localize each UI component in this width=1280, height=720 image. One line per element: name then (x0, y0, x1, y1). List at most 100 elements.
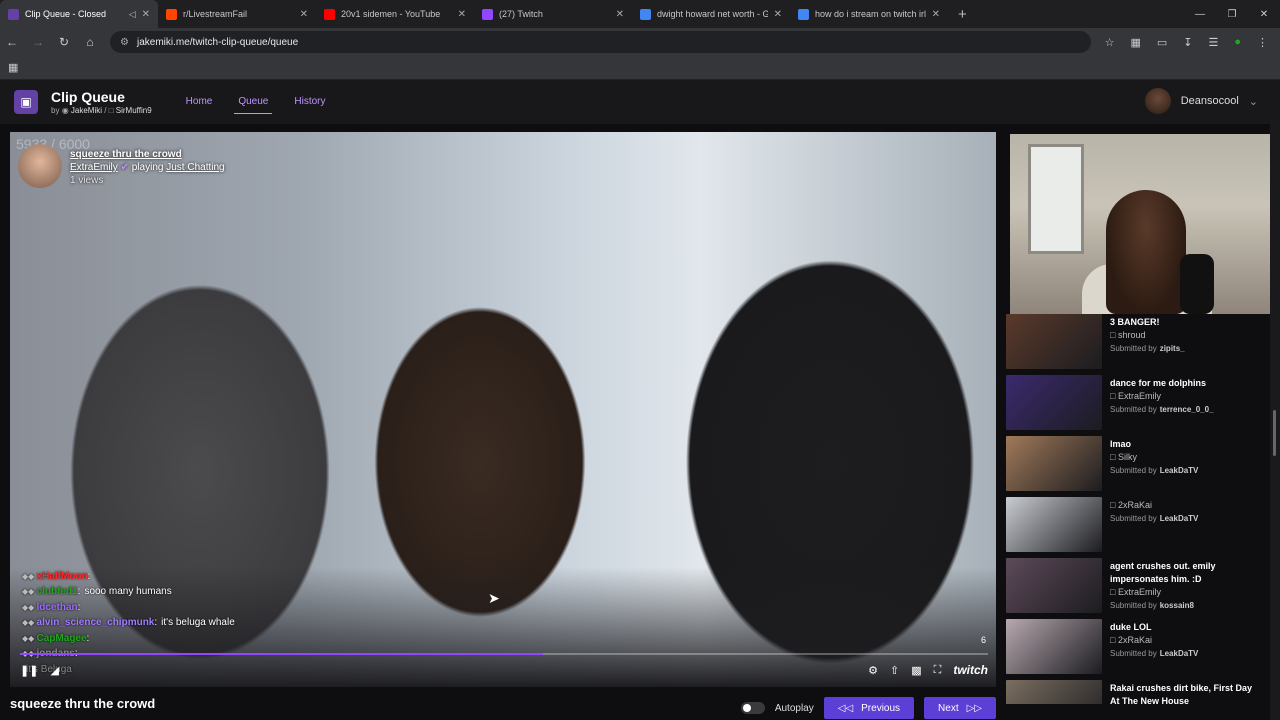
nav-queue[interactable]: Queue (234, 90, 273, 114)
chat-username[interactable]: xHalfMoon (37, 571, 88, 582)
browser-tab[interactable]: how do i stream on twitch irl - G ✕ (790, 0, 948, 28)
settings-gear-icon[interactable]: ⚙ (868, 664, 878, 677)
tab-close-icon[interactable]: ✕ (616, 9, 624, 20)
video-player[interactable]: 5933 / 6000 squeeze thru the crowd Extra… (10, 132, 996, 687)
bookmarks-bar: ▦ (0, 56, 1280, 80)
tv-logo-icon[interactable]: ▣ (14, 90, 38, 114)
volume-icon[interactable]: ◢ (50, 664, 58, 677)
queue-item-channel: □ shroud (1110, 329, 1185, 342)
queue-item[interactable]: Rakai crushes dirt bike, First Day At Th… (1006, 680, 1254, 704)
queue-item[interactable]: dance for me dolphins □ ExtraEmily Submitt… (1006, 375, 1254, 436)
home-icon[interactable]: ⌂ (84, 35, 96, 49)
previous-button[interactable]: ◁◁ Previous (823, 697, 915, 719)
clip-thumbnail[interactable] (1006, 619, 1102, 674)
clip-thumbnail[interactable] (1006, 680, 1102, 704)
download-icon[interactable]: ↧ (1183, 36, 1192, 49)
back-icon[interactable]: ← (6, 35, 18, 49)
submitter-name: LeakDaTV (1159, 649, 1199, 658)
tab-close-icon[interactable]: ✕ (300, 9, 308, 20)
chat-text: sooo many humans (84, 586, 172, 597)
profile-icon[interactable]: ● (1234, 36, 1241, 49)
queue-item-title: agent crushes out. emily impersonates hi… (1110, 561, 1216, 584)
minimize-button[interactable]: — (1184, 9, 1216, 20)
queue-list: 3 BANGER! □ shroud Submitted by zipits_ danc… (1006, 314, 1254, 704)
channel-icon: □ (1110, 452, 1118, 462)
autoplay-toggle[interactable] (740, 702, 765, 714)
webcam-overlay (1010, 134, 1280, 314)
chat-username[interactable]: clubfed1 (37, 586, 78, 597)
view-count: 1 views (70, 175, 104, 186)
queue-item-title: dance for me dolphins (1110, 378, 1207, 388)
twitch-brand[interactable]: twitch (953, 663, 988, 677)
queue-item[interactable]: duke LOL □ 2xRaKai Submitted by LeakDaTV (1006, 619, 1254, 680)
pause-icon[interactable]: ❚❚ (20, 664, 38, 677)
author-sirmuffin[interactable]: SirMuffin9 (116, 106, 152, 115)
clip-thumbnail[interactable] (1006, 558, 1102, 613)
media-icon[interactable]: ☰ (1208, 36, 1218, 49)
clip-thumbnail[interactable] (1006, 314, 1102, 369)
reload-icon[interactable]: ↻ (58, 35, 70, 49)
browser-tab[interactable]: Clip Queue - Closed ◁ ✕ (0, 0, 158, 28)
queue-item-channel: □ ExtraEmily (1110, 390, 1214, 403)
clip-thumbnail[interactable] (1006, 436, 1102, 491)
url-field[interactable]: ⚙ jakemiki.me/twitch-clip-queue/queue (110, 31, 1091, 53)
user-menu[interactable]: Deansocool ⌄ (1144, 88, 1258, 114)
share-icon[interactable]: ⇧ (890, 664, 899, 677)
browser-tab[interactable]: (27) Twitch ✕ (474, 0, 632, 28)
streamer-name[interactable]: ExtraEmily (70, 162, 118, 173)
tab-audio-icon[interactable]: ◁ (129, 9, 136, 20)
theatre-icon[interactable]: ▩ (911, 664, 921, 677)
bookmark-star-icon[interactable]: ☆ (1105, 36, 1115, 49)
streamer-avatar[interactable] (18, 144, 62, 188)
queue-item-submitter: Submitted by terrence_0_0_ (1110, 403, 1214, 416)
queue-item-submitter: Submitted by zipits_ (1110, 342, 1185, 355)
progress-fill (20, 653, 543, 655)
category-link[interactable]: Just Chatting (166, 162, 224, 173)
username: Deansocool (1180, 95, 1239, 107)
forward-icon[interactable]: → (32, 35, 44, 49)
queue-item[interactable]: 3 BANGER! □ shroud Submitted by zipits_ (1006, 314, 1254, 375)
chat-username[interactable]: alvin_science_chipmunk (37, 617, 155, 628)
next-button[interactable]: Next ▷▷ (924, 697, 996, 719)
submitted-label: Submitted by (1110, 405, 1157, 414)
queue-item[interactable]: agent crushes out. emily impersonates hi… (1006, 558, 1254, 619)
menu-kebab-icon[interactable]: ⋮ (1257, 36, 1268, 49)
submitted-label: Submitted by (1110, 344, 1157, 353)
chat-username[interactable]: CapMagee (37, 633, 87, 644)
browser-tab[interactable]: r/LivestreamFail ✕ (158, 0, 316, 28)
queue-item-title: lmao (1110, 439, 1132, 449)
tab-close-icon[interactable]: ✕ (142, 9, 150, 20)
url-text: jakemiki.me/twitch-clip-queue/queue (136, 36, 299, 48)
queue-item-info: lmao □ Silky Submitted by LeakDaTV (1110, 436, 1198, 497)
chat-badge-icon: ◆◆ (22, 571, 37, 581)
tab-close-icon[interactable]: ✕ (458, 9, 466, 20)
queue-item-streamer: 2xRaKai (1117, 500, 1152, 510)
chat-separator: : (77, 601, 81, 613)
fullscreen-icon[interactable]: ⛶ (934, 664, 942, 677)
browser-tab[interactable]: 20v1 sidemen - YouTube ✕ (316, 0, 474, 28)
maximize-button[interactable]: ❐ (1216, 9, 1248, 20)
author-jakemiki[interactable]: JakeMiki (71, 106, 102, 115)
queue-item-streamer: ExtraEmily (1117, 391, 1161, 401)
progress-bar[interactable] (20, 653, 988, 655)
nav-history[interactable]: History (294, 90, 325, 114)
browser-tab[interactable]: dwight howard net worth - Goo ✕ (632, 0, 790, 28)
chat-username[interactable]: ldcethan (37, 602, 78, 613)
chat-separator: : (77, 586, 81, 597)
new-tab-button[interactable]: + (948, 6, 977, 23)
close-window-button[interactable]: ✕ (1248, 9, 1280, 20)
nav-home[interactable]: Home (186, 90, 213, 114)
tab-close-icon[interactable]: ✕ (932, 9, 940, 20)
clip-thumbnail[interactable] (1006, 497, 1102, 552)
page-scrollbar[interactable] (1270, 120, 1280, 720)
queue-item[interactable]: □ 2xRaKai Submitted by LeakDaTV (1006, 497, 1254, 558)
channel-icon: □ (1110, 330, 1118, 340)
tab-close-icon[interactable]: ✕ (774, 9, 782, 20)
site-info-icon[interactable]: ⚙ (120, 37, 129, 48)
cast-icon[interactable]: ▭ (1157, 36, 1167, 49)
queue-item[interactable]: lmao □ Silky Submitted by LeakDaTV (1006, 436, 1254, 497)
clip-thumbnail[interactable] (1006, 375, 1102, 430)
extensions-icon[interactable]: ▦ (1130, 36, 1140, 49)
apps-grid-icon[interactable]: ▦ (8, 61, 18, 74)
overlay-clip-title[interactable]: squeeze thru the crowd (70, 148, 225, 161)
